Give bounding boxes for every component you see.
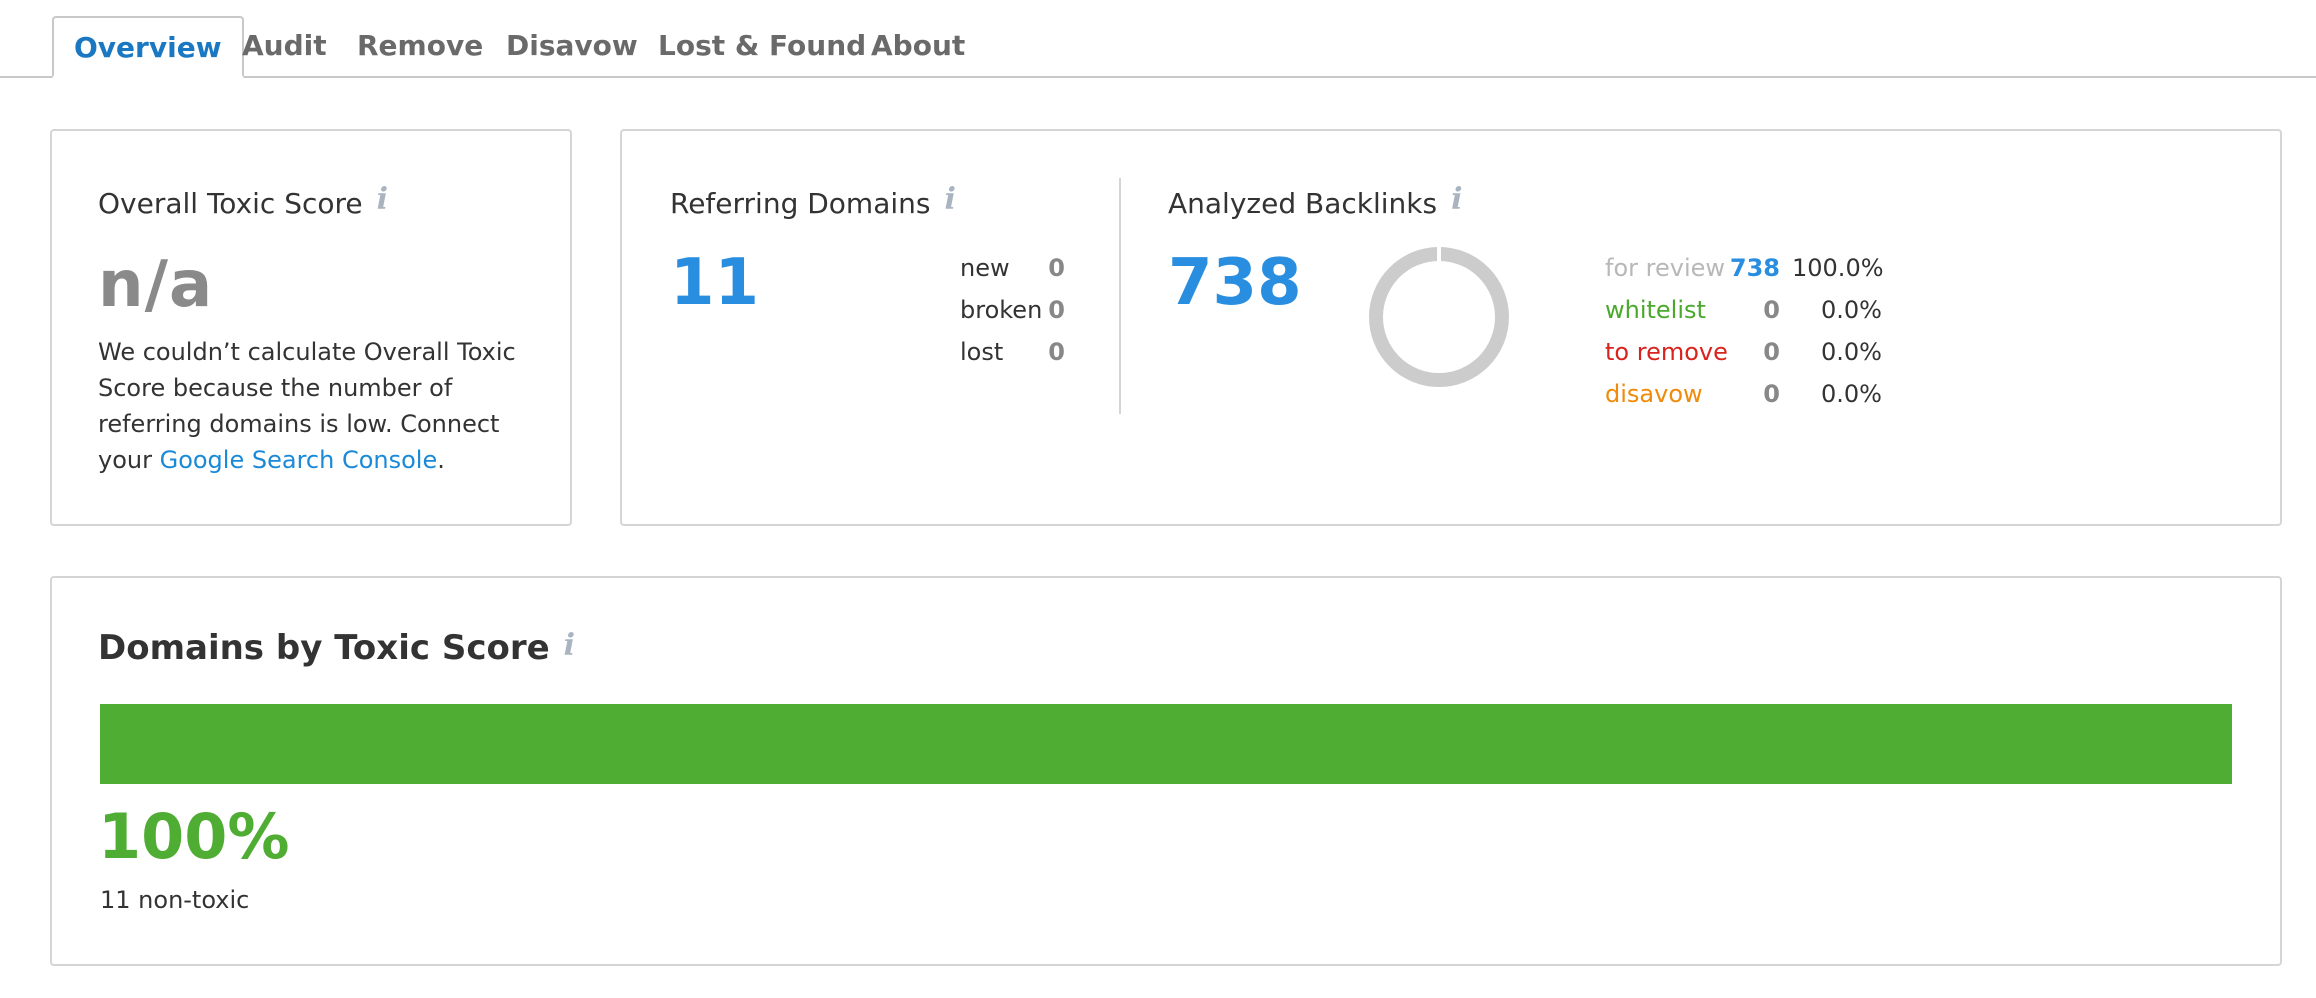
domains-by-toxic-title: Domains by Toxic Score i bbox=[98, 628, 575, 668]
divider bbox=[1119, 178, 1121, 414]
referring-domains-value[interactable]: 11 bbox=[670, 246, 759, 320]
referring-domains-title: Referring Domains i bbox=[670, 182, 956, 220]
non-toxic-percent: 100% bbox=[98, 800, 290, 873]
info-icon[interactable]: i bbox=[1451, 182, 1462, 217]
stat-lost-label: lost bbox=[960, 338, 1004, 366]
toxic-score-value: n/a bbox=[98, 248, 214, 322]
domains-by-toxic-title-text: Domains by Toxic Score bbox=[98, 628, 550, 668]
analyzed-backlinks-value[interactable]: 738 bbox=[1168, 246, 1302, 320]
tab-audit[interactable]: Audit bbox=[242, 16, 327, 78]
tab-remove[interactable]: Remove bbox=[357, 16, 483, 78]
tab-bar: Overview Audit Remove Disavow Lost & Fou… bbox=[0, 0, 2316, 78]
toxic-score-title-text: Overall Toxic Score bbox=[98, 187, 363, 220]
tab-disavow[interactable]: Disavow bbox=[506, 16, 638, 78]
toxic-score-title: Overall Toxic Score i bbox=[98, 182, 388, 220]
stat-broken-value[interactable]: 0 bbox=[1025, 296, 1065, 324]
row-to-remove-count[interactable]: 0 bbox=[1720, 338, 1780, 366]
referring-domains-title-text: Referring Domains bbox=[670, 187, 931, 220]
analyzed-backlinks-title: Analyzed Backlinks i bbox=[1168, 182, 1463, 220]
row-to-remove-pct: 0.0% bbox=[1821, 338, 1882, 366]
row-for-review-pct: 100.0% bbox=[1792, 254, 1884, 282]
row-disavow-count[interactable]: 0 bbox=[1720, 380, 1780, 408]
donut-segment-for-review[interactable] bbox=[1369, 247, 1509, 387]
description-trailing: . bbox=[437, 446, 445, 474]
tab-about[interactable]: About bbox=[871, 16, 965, 78]
row-whitelist-label[interactable]: whitelist bbox=[1605, 296, 1706, 324]
info-icon[interactable]: i bbox=[944, 182, 955, 217]
tab-lost-found[interactable]: Lost & Found bbox=[658, 16, 866, 78]
row-whitelist-pct: 0.0% bbox=[1821, 296, 1882, 324]
row-disavow-pct: 0.0% bbox=[1821, 380, 1882, 408]
toxic-score-description: We couldn’t calculate Overall Toxic Scor… bbox=[98, 334, 538, 478]
stat-new-value[interactable]: 0 bbox=[1025, 254, 1065, 282]
google-search-console-link[interactable]: Google Search Console bbox=[160, 446, 438, 474]
analyzed-backlinks-title-text: Analyzed Backlinks bbox=[1168, 187, 1438, 220]
stat-new-label: new bbox=[960, 254, 1010, 282]
row-disavow-label[interactable]: disavow bbox=[1605, 380, 1703, 408]
row-for-review-label[interactable]: for review bbox=[1605, 254, 1725, 282]
non-toxic-bar[interactable] bbox=[100, 704, 2232, 784]
info-icon[interactable]: i bbox=[377, 182, 388, 217]
tab-overview[interactable]: Overview bbox=[52, 16, 244, 78]
row-whitelist-count[interactable]: 0 bbox=[1720, 296, 1780, 324]
backlinks-donut-chart bbox=[1369, 246, 1509, 387]
non-toxic-caption[interactable]: 11 non-toxic bbox=[100, 886, 249, 914]
row-to-remove-label[interactable]: to remove bbox=[1605, 338, 1728, 366]
info-icon[interactable]: i bbox=[564, 628, 575, 663]
stat-lost-value[interactable]: 0 bbox=[1025, 338, 1065, 366]
row-for-review-count[interactable]: 738 bbox=[1720, 254, 1780, 282]
